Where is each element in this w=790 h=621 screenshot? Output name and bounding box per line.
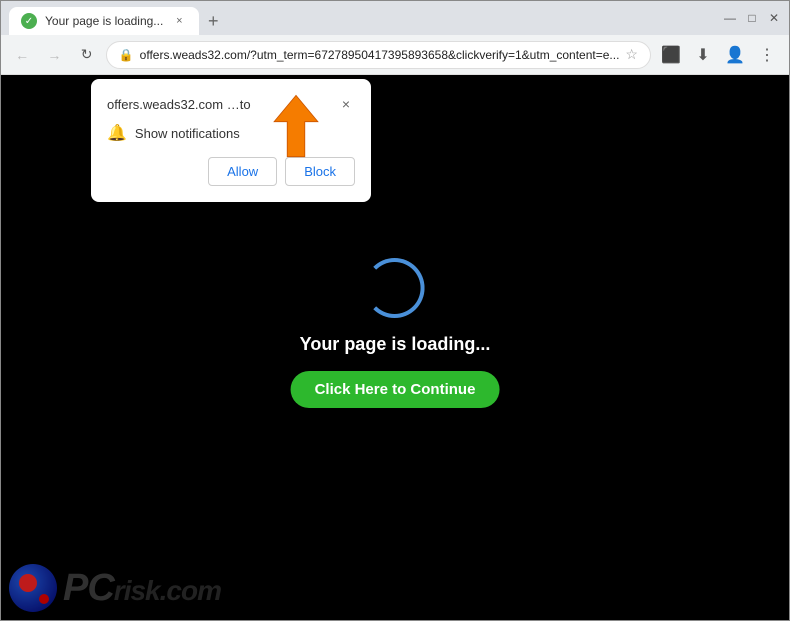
lock-icon: 🔒 (119, 48, 134, 62)
title-bar: Your page is loading... × + — □ ✕ (1, 1, 789, 35)
nav-bar: ← → ↻ 🔒 offers.weads32.com/?utm_term=672… (1, 35, 789, 75)
orange-arrow (261, 91, 331, 173)
new-tab-button[interactable]: + (199, 7, 227, 35)
pcrisk-logo: PCrisk.com (9, 564, 221, 612)
close-tab-button[interactable]: × (171, 13, 187, 29)
loading-text: Your page is loading... (300, 334, 491, 355)
maximize-button[interactable]: □ (745, 11, 759, 25)
address-bar[interactable]: 🔒 offers.weads32.com/?utm_term=672789504… (106, 41, 651, 69)
loading-area: Your page is loading... Click Here to Co… (291, 258, 500, 408)
tab-favicon (21, 13, 37, 29)
loading-spinner (365, 258, 425, 318)
profile-icon[interactable]: 👤 (721, 41, 749, 69)
minimize-button[interactable]: — (723, 11, 737, 25)
download-icon[interactable]: ⬇ (689, 41, 717, 69)
nav-icons: ⬛ ⬇ 👤 ⋮ (657, 41, 781, 69)
close-window-button[interactable]: ✕ (767, 11, 781, 25)
menu-icon[interactable]: ⋮ (753, 41, 781, 69)
window-controls: — □ ✕ (723, 11, 781, 25)
bookmark-icon[interactable]: ☆ (625, 46, 638, 63)
forward-button[interactable]: → (41, 41, 67, 69)
address-text: offers.weads32.com/?utm_term=67278950417… (140, 48, 620, 62)
active-tab[interactable]: Your page is loading... × (9, 7, 199, 35)
browser-window: Your page is loading... × + — □ ✕ ← → ↻ … (0, 0, 790, 621)
extensions-icon[interactable]: ⬛ (657, 41, 685, 69)
back-button[interactable]: ← (9, 41, 35, 69)
pcrisk-text: PCrisk.com (63, 567, 221, 610)
tab-bar: Your page is loading... × + (9, 1, 719, 35)
popup-close-button[interactable]: × (337, 95, 355, 113)
popup-site: offers.weads32.com …to (107, 97, 251, 112)
reload-button[interactable]: ↻ (73, 41, 99, 69)
popup-message: Show notifications (135, 126, 240, 141)
continue-button[interactable]: Click Here to Continue (291, 371, 500, 408)
pcrisk-ball-icon (9, 564, 57, 612)
bell-icon: 🔔 (107, 123, 127, 143)
page-content: offers.weads32.com …to × 🔔 Show notifica… (1, 75, 789, 620)
tab-title: Your page is loading... (45, 14, 163, 28)
